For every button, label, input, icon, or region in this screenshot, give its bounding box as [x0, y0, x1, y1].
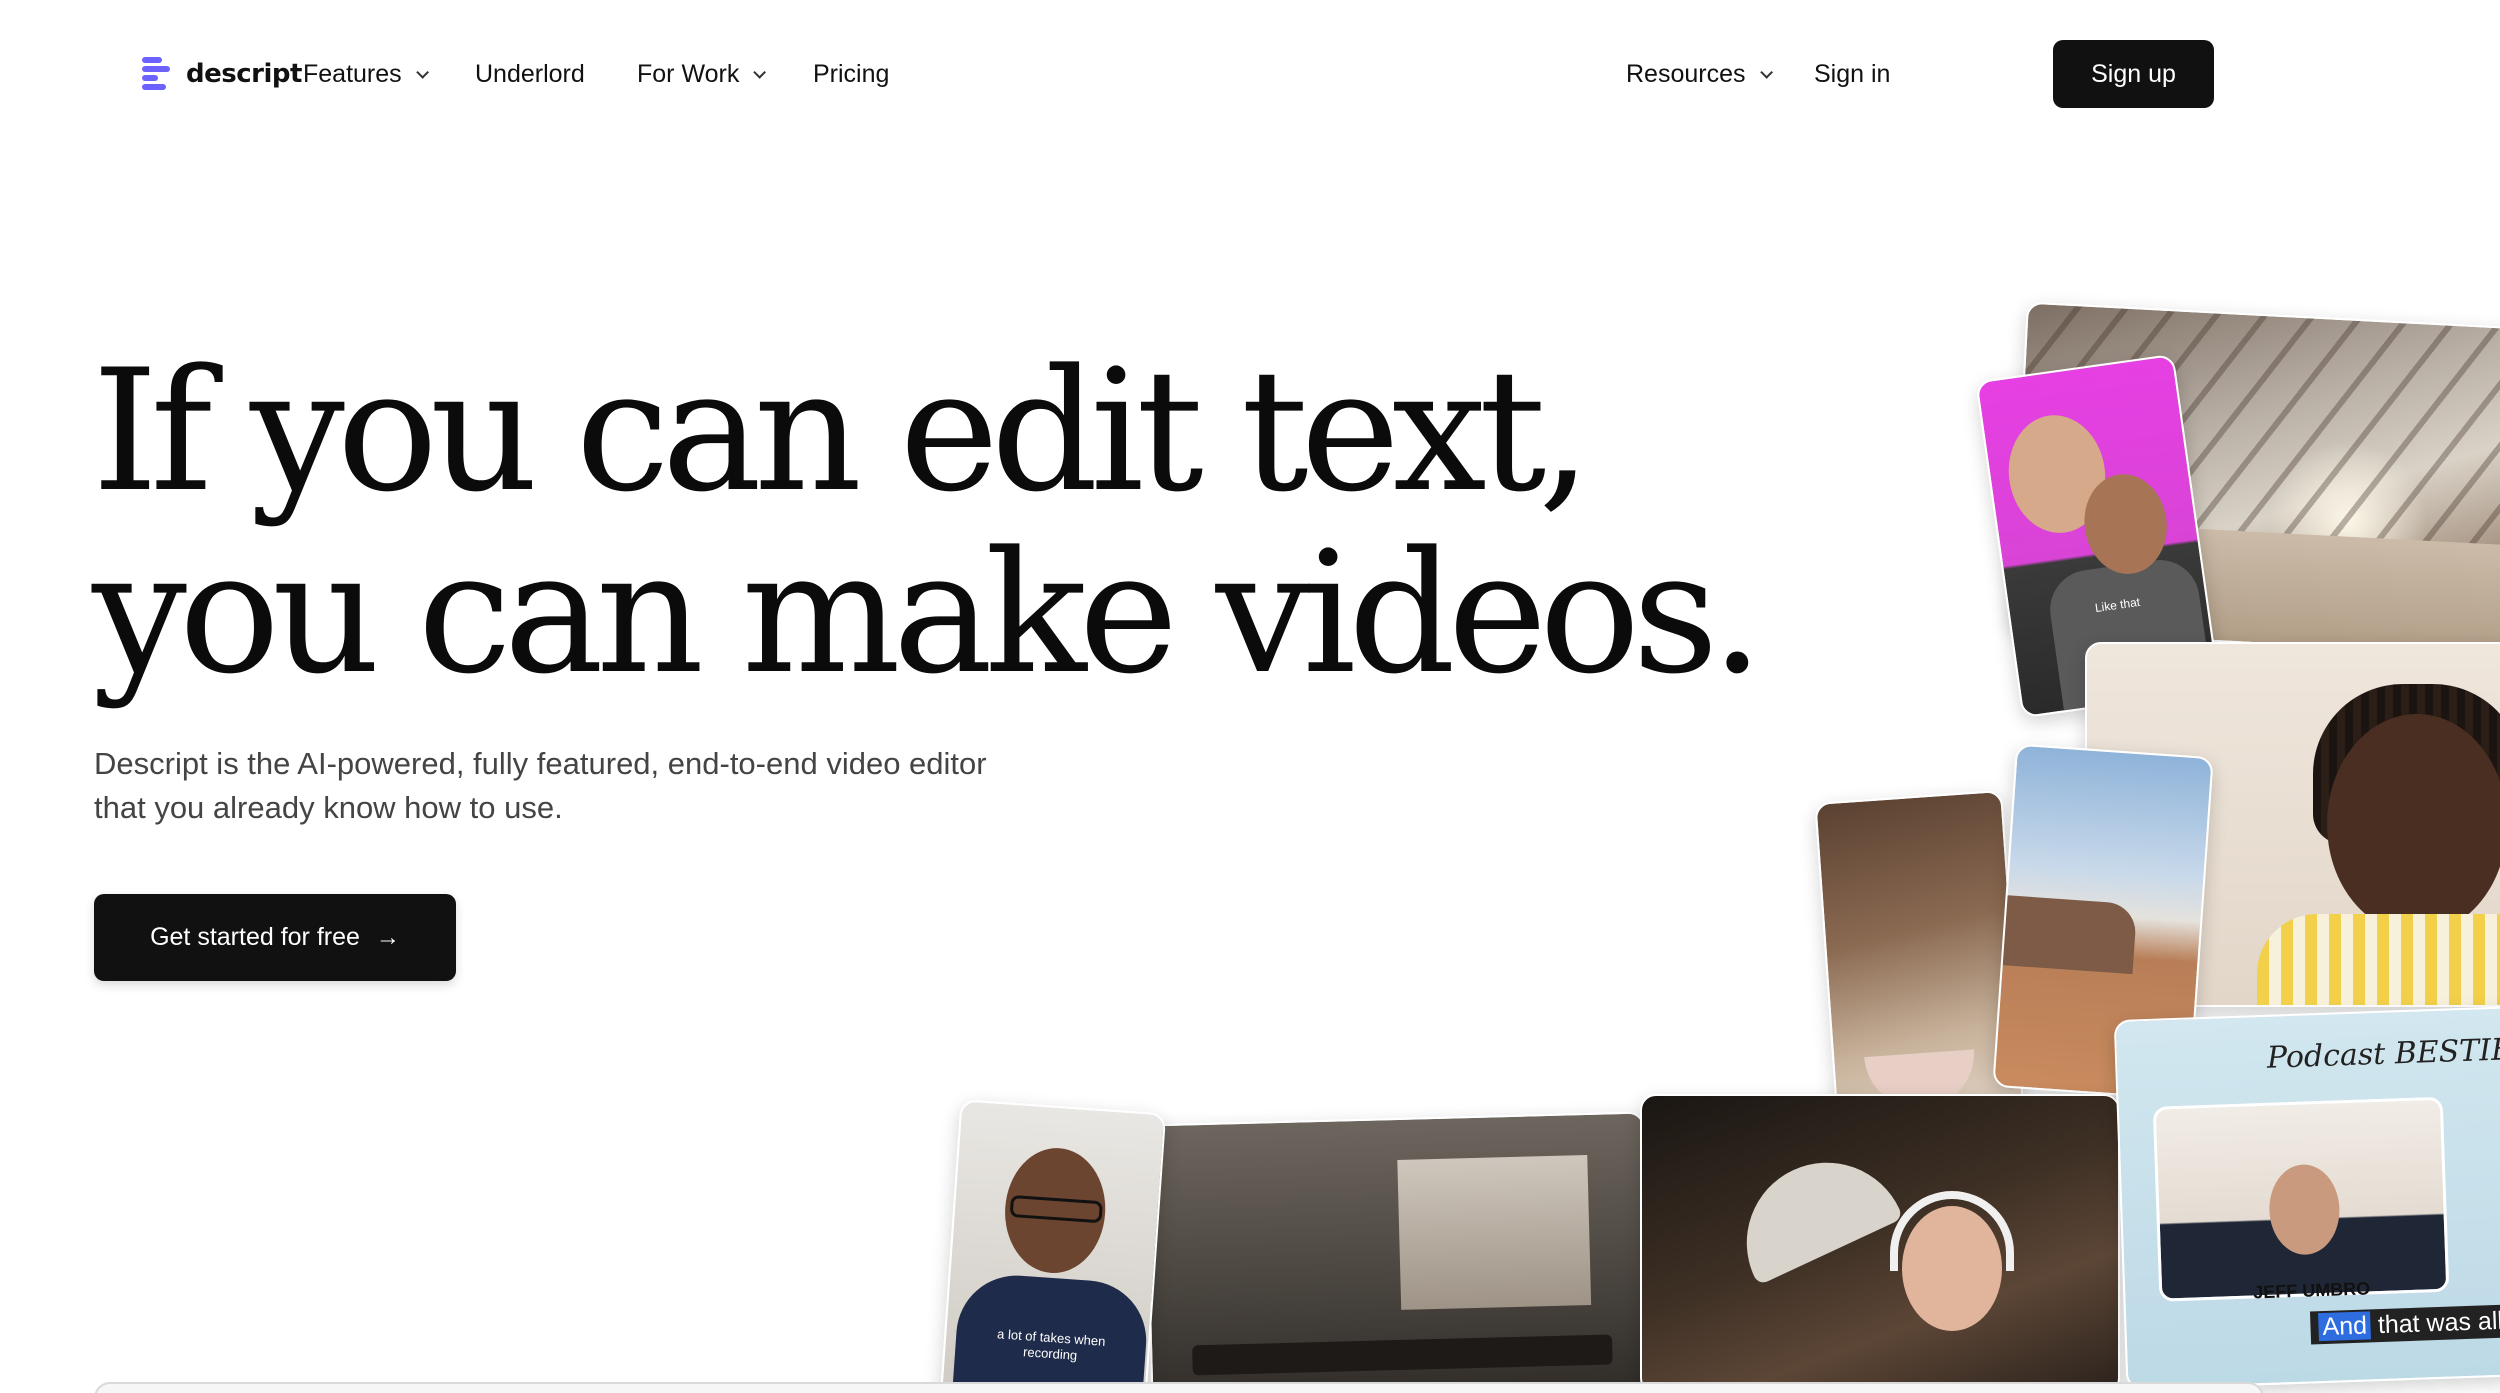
- editor-preview-frame: [94, 1382, 2264, 1393]
- person-face: [2267, 1163, 2341, 1256]
- hero-subheading: Descript is the AI-powered, fully featur…: [94, 742, 1074, 830]
- get-started-button[interactable]: Get started for free →: [94, 894, 456, 981]
- nav-underlord-label: Underlord: [475, 59, 585, 88]
- chevron-down-icon: [1759, 65, 1773, 79]
- speaker-name: JEFF UMBRO: [2252, 1278, 2371, 1303]
- hero-headline: If you can edit text, you can make video…: [92, 333, 1764, 711]
- nav-pricing-label: Pricing: [813, 59, 890, 88]
- sign-up-button[interactable]: Sign up: [2053, 40, 2214, 108]
- hero-headline-line2: you can make videos.: [92, 515, 1764, 711]
- sign-in-label: Sign in: [1814, 59, 1891, 88]
- nav-resources-label: Resources: [1626, 59, 1746, 88]
- video-thumbnail-podcast-studio: [1144, 1111, 1652, 1393]
- speaker-inset: [2152, 1096, 2450, 1302]
- arrow-right-icon: →: [375, 923, 400, 951]
- caption-highlight: And: [2318, 1311, 2372, 1342]
- caption-rest: that was all sh: [2377, 1306, 2500, 1340]
- nav-for-work[interactable]: For Work: [637, 56, 767, 92]
- sign-in-link[interactable]: Sign in: [1814, 56, 1890, 92]
- brand-name: descript: [186, 59, 302, 89]
- nav-features[interactable]: Features: [303, 56, 429, 92]
- hero-subheading-line2: that you already know how to use.: [94, 790, 563, 825]
- transcript-caption: And that was all sh: [2309, 1303, 2500, 1345]
- video-thumbnail-man-glasses: a lot of takes when recording: [939, 1099, 1167, 1393]
- nav-features-label: Features: [303, 59, 402, 88]
- nav-for-work-label: For Work: [637, 59, 740, 88]
- chevron-down-icon: [753, 65, 767, 79]
- video-thumbnail-podcast-bestie: Podcast BESTIE JEFF UMBRO And that was a…: [2113, 1004, 2500, 1390]
- podcast-logo: Podcast BESTIE: [2266, 1032, 2500, 1076]
- get-started-label: Get started for free: [150, 923, 360, 951]
- person-face: [2327, 714, 2500, 934]
- video-thumbnail-cooking: [1814, 789, 2026, 1143]
- top-navigation: descript Features Underlord For Work Pri…: [0, 0, 2500, 150]
- nav-pricing[interactable]: Pricing: [813, 56, 889, 92]
- headphones-icon: [1890, 1191, 2014, 1271]
- hero-subheading-line1: Descript is the AI-powered, fully featur…: [94, 746, 987, 781]
- descript-logo-icon: [142, 56, 172, 92]
- hero-headline-line1: If you can edit text,: [92, 333, 1592, 529]
- sign-up-label: Sign up: [2091, 59, 2176, 88]
- nav-underlord[interactable]: Underlord: [475, 56, 585, 92]
- descript-logo[interactable]: descript: [142, 56, 302, 92]
- chevron-down-icon: [415, 65, 429, 79]
- video-thumbnail-woman-headphones: [1640, 1094, 2120, 1393]
- nav-resources[interactable]: Resources: [1626, 56, 1773, 92]
